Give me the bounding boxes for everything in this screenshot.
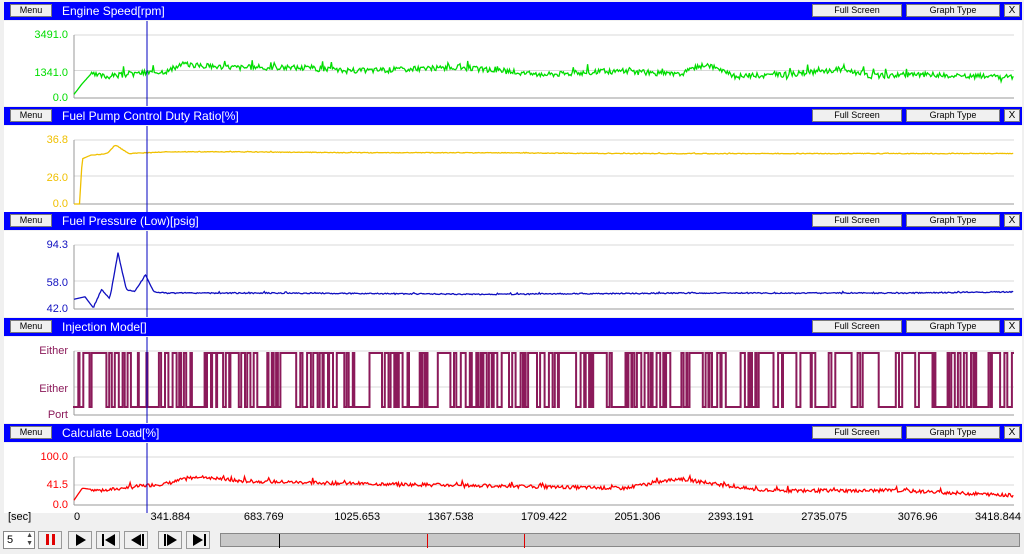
menu-button[interactable]: Menu (10, 214, 52, 227)
menu-button[interactable]: Menu (10, 426, 52, 439)
plot-area[interactable]: 94.3 58.0 42.0 (4, 231, 1022, 317)
y-axis-label: Either (39, 383, 68, 396)
panel-header: Menu Injection Mode[] Full Screen Graph Typ… (4, 318, 1022, 336)
y-axis-label: 36.8 (46, 134, 68, 146)
x-axis-tick-label: 1025.653 (334, 511, 381, 523)
data-series-line (74, 144, 1014, 205)
spinner-arrows-icon[interactable]: ▲ ▼ (26, 532, 33, 548)
graph-panel-5: Menu Calculate Load[%] Full Screen Graph Ty… (4, 424, 1022, 513)
panel-title: Injection Mode[] (62, 320, 147, 334)
menu-button[interactable]: Menu (10, 320, 52, 333)
graph-panel-1: Menu Engine Speed[rpm] Full Screen Graph Ty… (4, 2, 1022, 106)
panel-title: Fuel Pressure (Low)[psig] (62, 214, 199, 228)
panel-title: Fuel Pump Control Duty Ratio[%] (62, 109, 239, 123)
x-axis-tick-label: 2051.306 (614, 511, 661, 523)
timeline-marker-2 (524, 534, 525, 548)
close-button[interactable]: X (1004, 426, 1020, 439)
full-screen-button[interactable]: Full Screen (812, 320, 902, 333)
data-series-line (73, 473, 1014, 501)
x-axis-tick-label: 2735.075 (801, 511, 848, 523)
panel-header: Menu Fuel Pump Control Duty Ratio[%] Full … (4, 107, 1022, 125)
x-axis-tick-label: 2393.191 (707, 511, 754, 523)
graph-type-button[interactable]: Graph Type (906, 214, 1000, 227)
close-button[interactable]: X (1004, 4, 1020, 17)
speed-spinner[interactable]: 5 ▲ ▼ (3, 531, 35, 549)
close-button[interactable]: X (1004, 109, 1020, 122)
y-axis-label: 42.0 (46, 303, 68, 315)
skip-end-button[interactable] (186, 531, 210, 549)
plot-svg (73, 443, 1014, 513)
graph-type-button[interactable]: Graph Type (906, 426, 1000, 439)
y-axis-label: 41.5 (46, 478, 68, 491)
plot-area[interactable]: 3491.0 1341.0 0.0 (4, 21, 1022, 106)
plot-svg (73, 21, 1014, 106)
play-icon (76, 534, 86, 546)
x-axis-tick-label: 1367.538 (427, 511, 474, 523)
y-axis-label: Port (47, 409, 68, 421)
pause-button[interactable] (38, 531, 62, 549)
full-screen-button[interactable]: Full Screen (812, 4, 902, 17)
plot-svg (73, 231, 1014, 317)
panel-title: Calculate Load[%] (62, 426, 160, 440)
step-forward-button[interactable] (158, 531, 182, 549)
y-axis-label: 58.0 (46, 277, 68, 290)
x-axis-tick-label: 683.769 (243, 511, 284, 523)
graph-type-button[interactable]: Graph Type (906, 109, 1000, 122)
panel-header: Menu Fuel Pressure (Low)[psig] Full Screen… (4, 212, 1022, 230)
y-axis-label: 26.0 (46, 172, 68, 185)
speed-value: 5 (7, 534, 14, 546)
panel-header: Menu Calculate Load[%] Full Screen Graph Ty… (4, 424, 1022, 442)
skip-start-button[interactable] (96, 531, 120, 549)
x-axis-tick-label: 341.884 (150, 511, 191, 523)
plot-svg (73, 126, 1014, 212)
graph-panel-4: Menu Injection Mode[] Full Screen Graph Typ… (4, 318, 1022, 423)
y-axis-label: 0.0 (52, 499, 68, 511)
graph-type-button[interactable]: Graph Type (906, 320, 1000, 333)
y-axis-label: 100.0 (40, 451, 68, 463)
y-axis-label: 1341.0 (34, 66, 68, 79)
x-axis-tick-label: 0 (73, 511, 81, 523)
menu-button[interactable]: Menu (10, 109, 52, 122)
data-series-line (73, 252, 1014, 308)
timeline-scrollbar[interactable] (220, 533, 1020, 548)
plot-area[interactable]: Either Either Port (4, 337, 1022, 423)
graph-panel-2: Menu Fuel Pump Control Duty Ratio[%] Full … (4, 107, 1022, 212)
step-forward-icon (164, 534, 177, 546)
graph-type-button[interactable]: Graph Type (906, 4, 1000, 17)
y-axis-label: 94.3 (46, 239, 68, 251)
menu-button[interactable]: Menu (10, 4, 52, 17)
x-axis-tick-label: 3076.96 (897, 511, 938, 523)
step-back-icon (131, 534, 144, 546)
close-button[interactable]: X (1004, 320, 1020, 333)
y-axis-label: 0.0 (52, 198, 68, 210)
play-button[interactable] (68, 531, 92, 549)
full-screen-button[interactable]: Full Screen (812, 214, 902, 227)
pause-icon (46, 534, 55, 545)
data-series-line (73, 352, 1014, 408)
timeline-position-marker[interactable] (279, 534, 280, 548)
step-back-button[interactable] (124, 531, 148, 549)
y-axis-label: 3491.0 (34, 29, 68, 41)
graph-panel-3: Menu Fuel Pressure (Low)[psig] Full Screen… (4, 212, 1022, 317)
panel-header: Menu Engine Speed[rpm] Full Screen Graph Ty… (4, 2, 1022, 20)
x-axis-tick-label: 3418.844 (975, 511, 1021, 523)
close-button[interactable]: X (1004, 214, 1020, 227)
y-axis-label: Either (39, 345, 68, 357)
plot-area[interactable]: 36.8 26.0 0.0 (4, 126, 1022, 212)
skip-end-icon (193, 534, 206, 546)
plot-svg (73, 337, 1014, 423)
full-screen-button[interactable]: Full Screen (812, 109, 902, 122)
y-axis-label: 0.0 (52, 92, 68, 104)
plot-area[interactable]: 100.0 41.5 0.0 (4, 443, 1022, 513)
panel-title: Engine Speed[rpm] (62, 4, 165, 18)
skip-start-icon (102, 534, 115, 546)
timeline-marker-1 (427, 534, 428, 548)
x-axis-tick-label: 1709.422 (521, 511, 567, 523)
x-axis-unit: [sec] (8, 511, 32, 523)
data-series-line (73, 60, 1014, 95)
full-screen-button[interactable]: Full Screen (812, 426, 902, 439)
